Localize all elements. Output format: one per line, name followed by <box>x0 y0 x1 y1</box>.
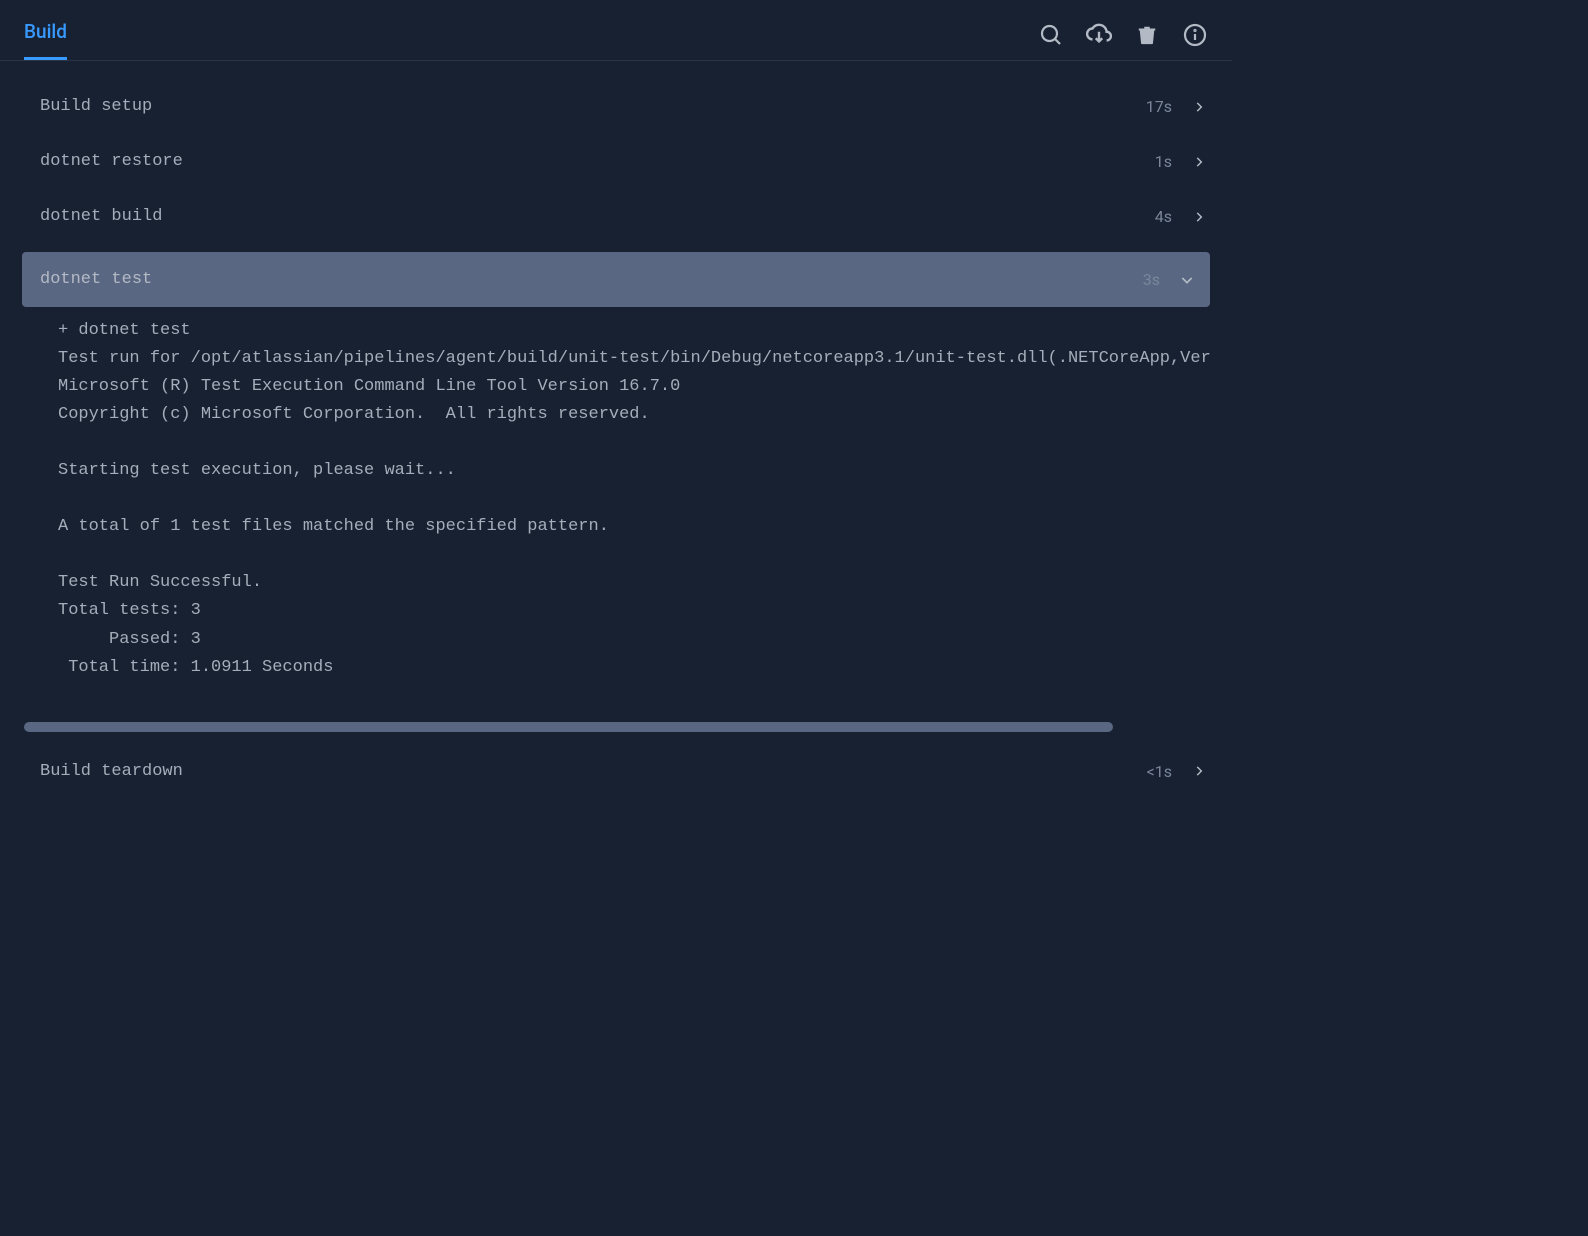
chevron-right-icon <box>1190 208 1208 226</box>
step-duration: 17s <box>1146 97 1172 116</box>
chevron-right-icon <box>1190 762 1208 780</box>
step-dotnet-test[interactable]: dotnet test 3s <box>22 252 1210 307</box>
download-cloud-icon <box>1086 22 1112 48</box>
horizontal-scrollbar[interactable] <box>24 722 1208 732</box>
search-button[interactable] <box>1038 22 1064 48</box>
step-duration: <1s <box>1147 762 1172 781</box>
search-icon <box>1039 23 1063 47</box>
build-steps: Build setup 17s dotnet restore 1s dotnet… <box>0 61 1232 799</box>
header: Build <box>0 0 1232 61</box>
info-button[interactable] <box>1182 22 1208 48</box>
trash-icon <box>1136 24 1158 46</box>
step-name: Build setup <box>40 97 1146 116</box>
step-build-teardown[interactable]: Build teardown <1s <box>0 744 1232 799</box>
tab-build[interactable]: Build <box>24 20 67 60</box>
step-dotnet-restore[interactable]: dotnet restore 1s <box>0 134 1232 189</box>
info-icon <box>1183 23 1207 47</box>
step-duration: 1s <box>1155 152 1172 171</box>
step-name: dotnet test <box>40 270 1143 289</box>
chevron-right-icon <box>1190 98 1208 116</box>
step-duration: 4s <box>1155 207 1172 226</box>
chevron-down-icon <box>1178 271 1196 289</box>
scrollbar-thumb[interactable] <box>24 722 1113 732</box>
step-name: dotnet restore <box>40 152 1155 171</box>
step-build-setup[interactable]: Build setup 17s <box>0 79 1232 134</box>
step-dotnet-build[interactable]: dotnet build 4s <box>0 189 1232 244</box>
chevron-right-icon <box>1190 153 1208 171</box>
download-button[interactable] <box>1086 22 1112 48</box>
step-name: dotnet build <box>40 207 1155 226</box>
step-name: Build teardown <box>40 762 1147 781</box>
step-duration: 3s <box>1143 270 1160 289</box>
log-output: + dotnet test Test run for /opt/atlassia… <box>0 307 1232 722</box>
toolbar <box>1038 22 1208 58</box>
delete-button[interactable] <box>1134 22 1160 48</box>
